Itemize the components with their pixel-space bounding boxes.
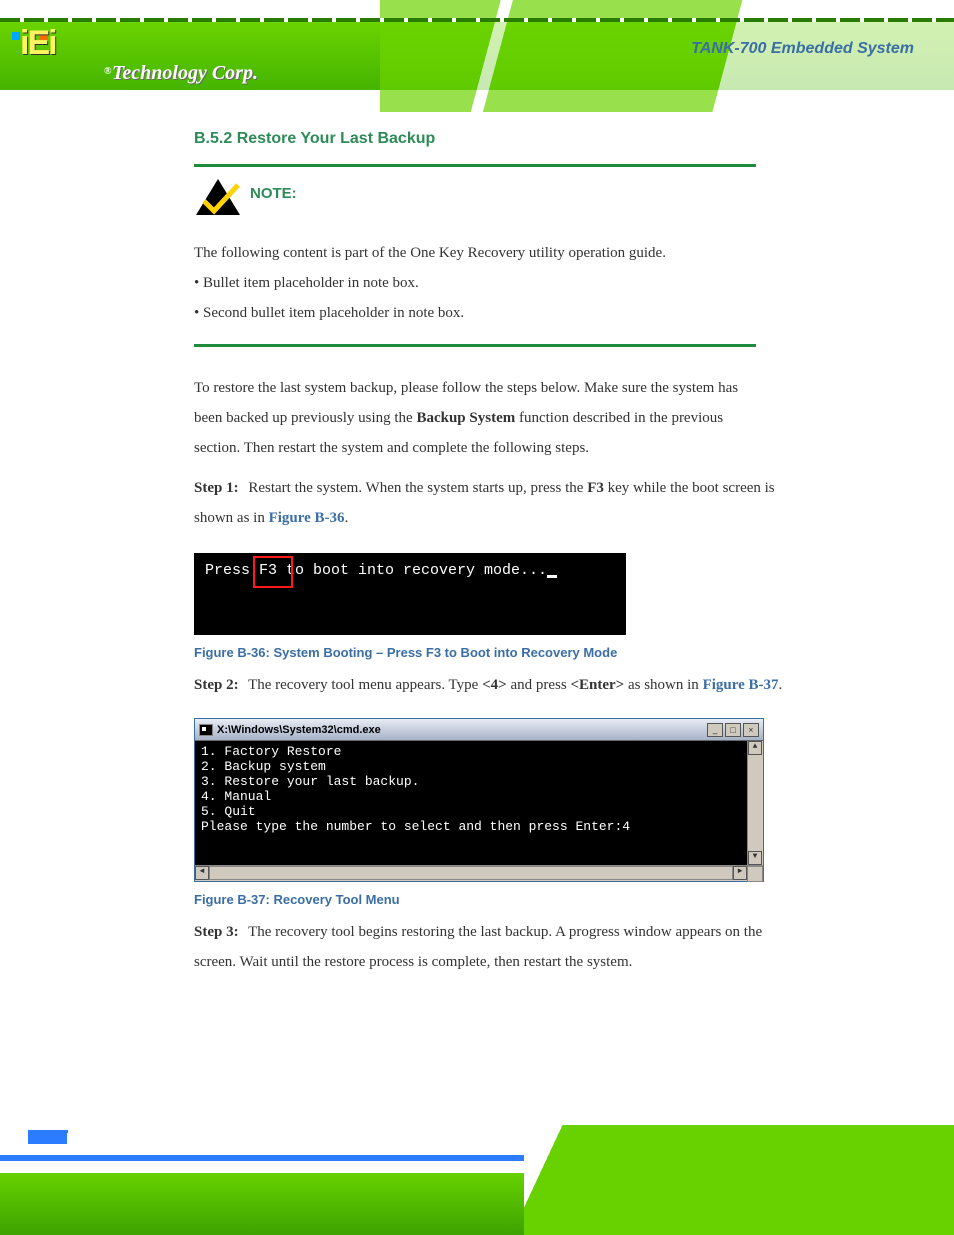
logo-tagline: Technology Corp. [112,62,258,85]
close-button[interactable]: × [743,723,759,737]
note-top-rule [194,164,756,167]
figure-console-boot: Press F3 to boot into recovery mode... [194,553,626,635]
logo: iEi [40,24,76,63]
section-heading: B.5.2 Restore Your Last Backup [194,130,954,148]
note-box: NOTE: The following content is part of t… [194,177,756,328]
page-body: B.5.2 Restore Your Last Backup NOTE: The… [0,120,954,977]
figure-cmd-window: X:\Windows\System32\cmd.exe _ □ × 1. Fac… [194,718,764,882]
maximize-button[interactable]: □ [725,723,741,737]
product-name: TANK-700 Embedded System [691,40,914,58]
cursor-icon [547,575,557,578]
cmd-icon [199,724,213,736]
logo-mark: iEi [40,24,56,62]
scroll-down-icon[interactable]: ▼ [748,851,762,865]
cmd-line: 1. Factory Restore [201,745,741,760]
cmd-line: 2. Backup system [201,760,741,775]
vertical-scrollbar[interactable]: ▲ ▼ [747,741,763,865]
scroll-right-icon[interactable]: ► [733,866,747,880]
cmd-output: 1. Factory Restore 2. Backup system 3. R… [195,741,747,865]
cmd-line: Please type the number to select and the… [201,820,741,835]
window-title: X:\Windows\System32\cmd.exe [217,724,705,736]
note-text: The following content is part of the One… [194,238,754,328]
cmd-line: 5. Quit [201,805,741,820]
step-1: Step 1: Restart the system. When the sys… [194,473,794,533]
note-label: NOTE: [250,185,297,202]
page-header: iEi ® Technology Corp. TANK-700 Embedded… [0,0,954,112]
scroll-up-icon[interactable]: ▲ [748,741,762,755]
note-line: The following content is part of the One… [194,238,754,268]
intro-paragraph: To restore the last system backup, pleas… [194,373,754,463]
note-bullet: • Bullet item placeholder in note box. [194,268,754,298]
minimize-button[interactable]: _ [707,723,723,737]
resize-grip-icon[interactable] [747,866,763,882]
scroll-track[interactable] [209,866,733,880]
note-bullet: • Second bullet item placeholder in note… [194,298,754,328]
step-2: Step 2: The recovery tool menu appears. … [194,670,794,700]
note-icon [194,177,242,222]
cmd-line: 4. Manual [201,790,741,805]
registered-mark: ® [104,66,111,77]
page-footer: Page 162 [0,1125,954,1235]
note-bottom-rule [194,344,756,347]
cmd-line: 3. Restore your last backup. [201,775,741,790]
scroll-left-icon[interactable]: ◄ [195,866,209,880]
horizontal-scrollbar[interactable]: ◄ ► [195,865,763,881]
window-titlebar: X:\Windows\System32\cmd.exe _ □ × [195,719,763,741]
figure-caption: Figure B-37: Recovery Tool Menu [194,892,954,907]
f3-highlight-box [253,556,293,588]
figure-caption: Figure B-36: System Booting – Press F3 t… [194,645,954,660]
step-3: Step 3: The recovery tool begins restori… [194,917,794,977]
page-number: Page 162 [28,1130,135,1149]
